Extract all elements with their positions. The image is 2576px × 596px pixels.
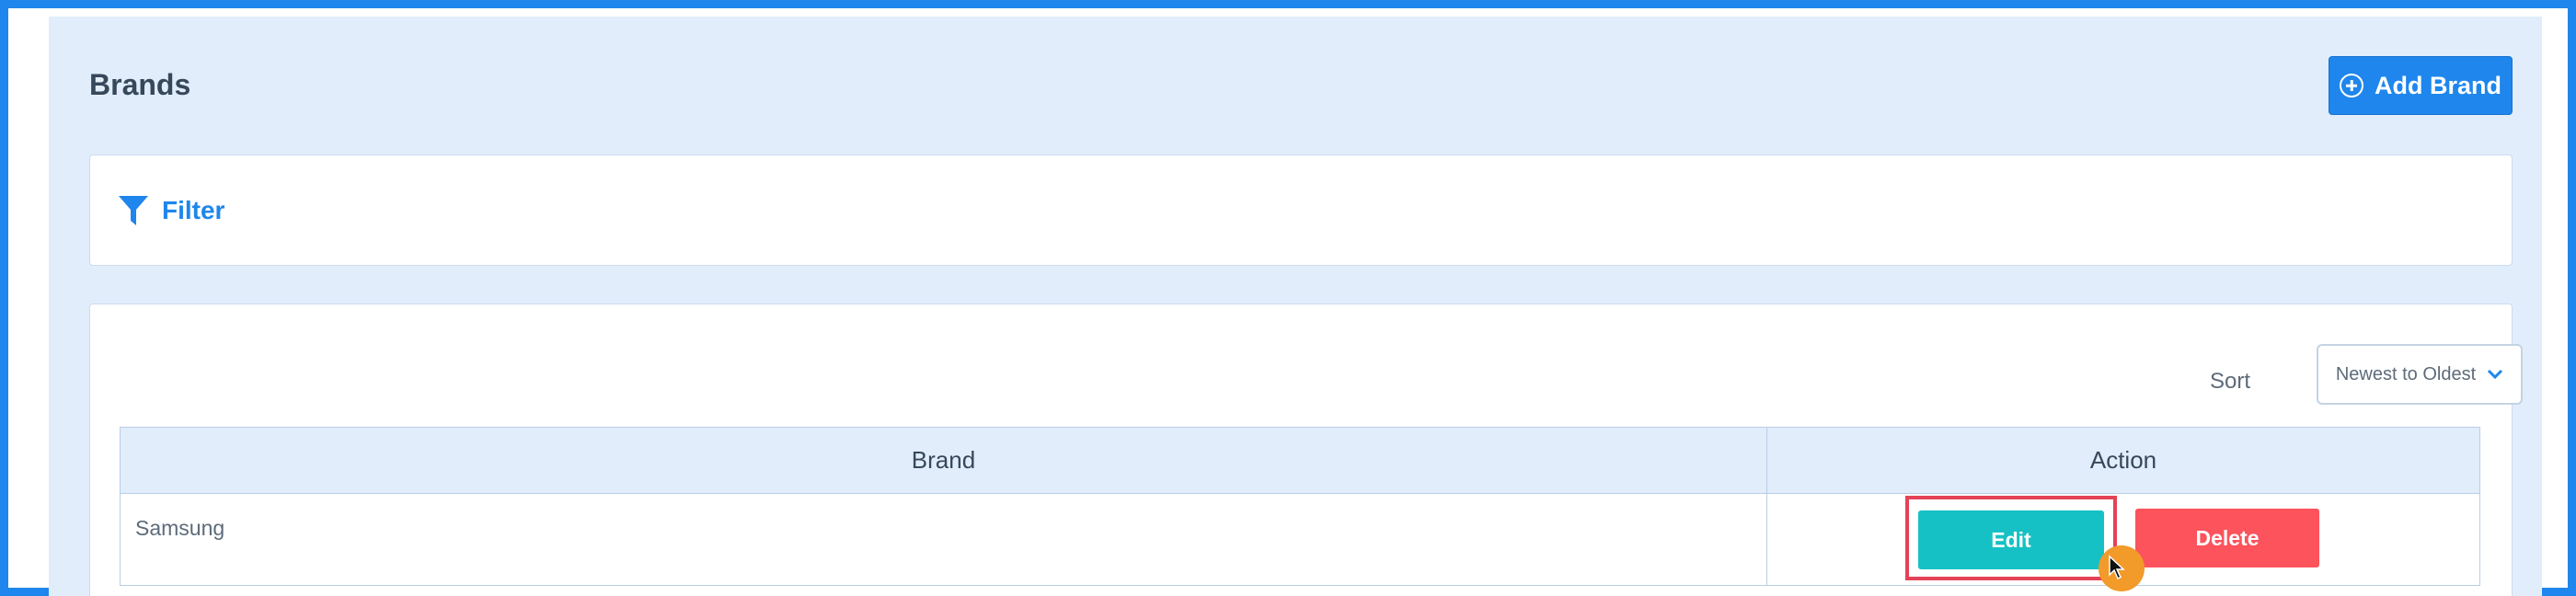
chevron-down-icon [2488, 369, 2503, 380]
brand-name-cell: Samsung [120, 493, 1767, 586]
page-title: Brands [89, 68, 191, 101]
brands-page: Brands Add Brand Filter Sort Newest to O… [49, 17, 2542, 596]
filter-label: Filter [162, 196, 225, 224]
screen-frame: Brands Add Brand Filter Sort Newest to O… [0, 0, 2576, 596]
sort-selected-value: Newest to Oldest [2335, 363, 2477, 384]
action-cell: Edit Delete [1766, 493, 2480, 591]
brands-table-card: Sort Newest to Oldest Brand Action Samsu… [89, 304, 2523, 596]
plus-circle-icon [2340, 74, 2363, 97]
sort-label: Sort [2210, 369, 2251, 394]
delete-button[interactable]: Delete [2135, 509, 2319, 567]
column-header-action: Action [1766, 427, 2480, 494]
filter-toggle[interactable]: Filter [118, 194, 224, 227]
add-brand-label: Add Brand [2375, 71, 2501, 99]
table-row: Samsung Edit Delete [120, 493, 2480, 591]
table-header-row: Brand Action [120, 427, 2480, 494]
add-brand-button[interactable]: Add Brand [2329, 56, 2513, 115]
filter-panel: Filter [89, 155, 2513, 266]
mouse-cursor-icon [2109, 555, 2125, 580]
edit-button-highlight: Edit [1905, 496, 2117, 580]
brands-table: Brand Action Samsung Edit Delete [120, 427, 2480, 591]
edit-button[interactable]: Edit [1918, 510, 2104, 569]
sort-dropdown[interactable]: Newest to Oldest [2317, 344, 2523, 405]
column-header-brand: Brand [120, 427, 1767, 494]
filter-funnel-icon [119, 196, 148, 225]
